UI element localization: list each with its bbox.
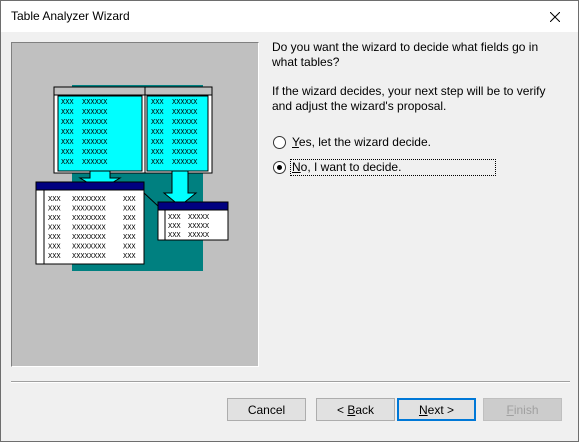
table-cell-text: XXX [123,214,136,222]
table-cell-text: XXX [61,118,74,126]
table-cell-text: XXXXXX [82,128,108,136]
table-cell-text: XXXXXXXX [72,214,107,222]
option-no-radio[interactable]: No, I want to decide. [273,158,496,176]
option-no-label[interactable]: No, I want to decide. [290,158,496,176]
wizard-window: Table Analyzer Wizard XXX XXXXXX XXX XXXXXX… [0,0,579,442]
table-cell-text: XXX [61,148,74,156]
table-cell-text: XXXXX [188,222,210,230]
result-table-left-graphic: XXX XXXXXXXX XXXXXX XXXXXXXX XXXXXX XXXXXXXX X… [35,181,145,265]
table-cell-text: XXX [48,214,61,222]
question-text: Do you want the wizard to decide what fi… [272,40,539,69]
table-cell-text: XXX [168,213,181,221]
title-bar[interactable]: Table Analyzer Wizard [1,1,578,32]
table-cell-text: XXXXXX [172,128,198,136]
table-cell-text: XXXXX [188,213,210,221]
table-cell-text: XXX [48,205,61,213]
table-cell-text: XXX [151,128,164,136]
close-button[interactable] [532,1,578,32]
explanation-text: If the wizard decides, your next step wi… [272,84,546,113]
table-cell-text: XXXXXX [172,118,198,126]
table-cell-text: XXX [48,233,61,241]
table-cell-text: XXXXXXXX [72,243,107,251]
finish-button: Finish [483,398,562,421]
table-cell-text: XXX [61,138,74,146]
table-cell-text: XXXXX [188,231,210,239]
table-cell-text: XXXXXX [82,108,108,116]
table-cell-text: XXXXXX [82,98,108,106]
table-cell-text: XXX [48,224,61,232]
table-cell-text: XXXXXX [82,148,108,156]
table-cell-text: XXXXXXXX [72,195,107,203]
cancel-button[interactable]: Cancel [227,398,306,421]
table-cell-text: XXX [61,108,74,116]
radio-button-yes[interactable] [273,135,286,149]
table-cell-text: XXXXXXXX [72,205,107,213]
table-cell-text: XXX [123,252,136,260]
table-cell-text: XXX [61,98,74,106]
table-cell-text: XXX [123,205,136,213]
table-cell-text: XXXXXX [82,138,108,146]
radio-button-no[interactable] [273,160,286,174]
table-cell-text: XXXXXX [172,98,198,106]
table-cell-text: XXX [151,108,164,116]
table-cell-text: XXX [151,148,164,156]
table-cell-text: XXXXXXXX [72,233,107,241]
table-cell-text: XXXXXX [82,118,108,126]
table-cell-text: XXXXXX [172,148,198,156]
table-cell-text: XXXXXX [172,108,198,116]
table-cell-text: XXX [48,243,61,251]
next-button[interactable]: Next > [397,398,476,421]
table-cell-text: XXXXXXXX [72,252,107,260]
footer-separator [11,381,570,383]
option-yes-radio[interactable]: Yes, let the wizard decide. [273,133,433,151]
table-cell-text: XXX [151,118,164,126]
table-cell-text: XXX [151,138,164,146]
source-table-graphic: XXX XXXXXX XXX XXXXXXXXX XXXXXX XXX XXXXXXXXX X… [53,86,213,174]
table-cell-text: XXX [61,128,74,136]
table-cell-text: XXXXXX [82,158,108,166]
table-cell-text: XXX [123,224,136,232]
table-cell-text: XXX [123,195,136,203]
table-split-illustration: XXX XXXXXX XXX XXXXXXXXX XXXXXX XXX XXXXXXXXX X… [35,85,229,271]
table-cell-text: XXX [151,158,164,166]
back-button[interactable]: < Back [316,398,395,421]
table-cell-text: XXX [48,252,61,260]
table-cell-text: XXX [61,158,74,166]
option-yes-label[interactable]: Yes, let the wizard decide. [290,134,433,150]
table-cell-text: XXXXXXXX [72,224,107,232]
table-cell-text: XXX [168,222,181,230]
table-cell-text: XXX [168,231,181,239]
window-title: Table Analyzer Wizard [11,9,130,23]
close-icon [550,11,560,22]
table-cell-text: XXX [151,98,164,106]
table-cell-text: XXX [48,195,61,203]
wizard-illustration: XXX XXXXXX XXX XXXXXX XXX XXXXXX XXX XXXXXX XXX X… [11,42,259,367]
table-cell-text: XXXXXX [172,158,198,166]
table-cell-text: XXX [123,233,136,241]
table-cell-text: XXX [123,243,136,251]
table-cell-text: XXXXXX [172,138,198,146]
